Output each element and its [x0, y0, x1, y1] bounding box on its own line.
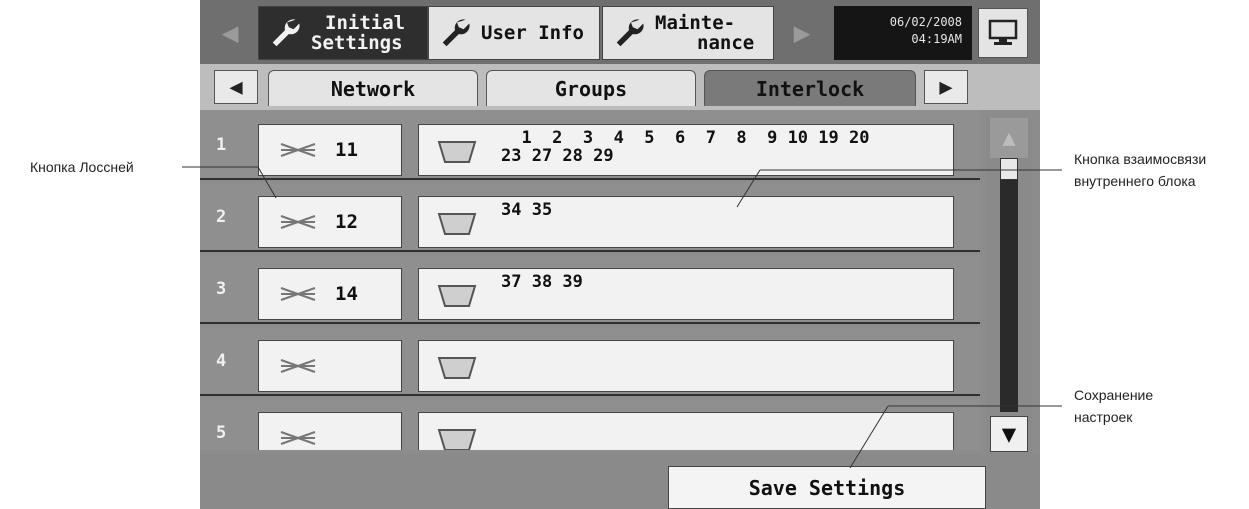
- annotation-interlock-button: Кнопка взаимосвязи внутреннего блока: [1074, 148, 1206, 192]
- annotation-save-settings: Сохранение настроек: [1074, 384, 1153, 428]
- annotation-lossnay-button: Кнопка Лоссней: [30, 159, 134, 175]
- annotation-line: настроек: [1074, 409, 1133, 425]
- annotation-line: Кнопка взаимосвязи: [1074, 151, 1207, 167]
- annotation-leader-lines: [182, 166, 1062, 469]
- annotation-line: Сохранение: [1074, 387, 1154, 403]
- annotation-line: внутреннего блока: [1074, 173, 1196, 189]
